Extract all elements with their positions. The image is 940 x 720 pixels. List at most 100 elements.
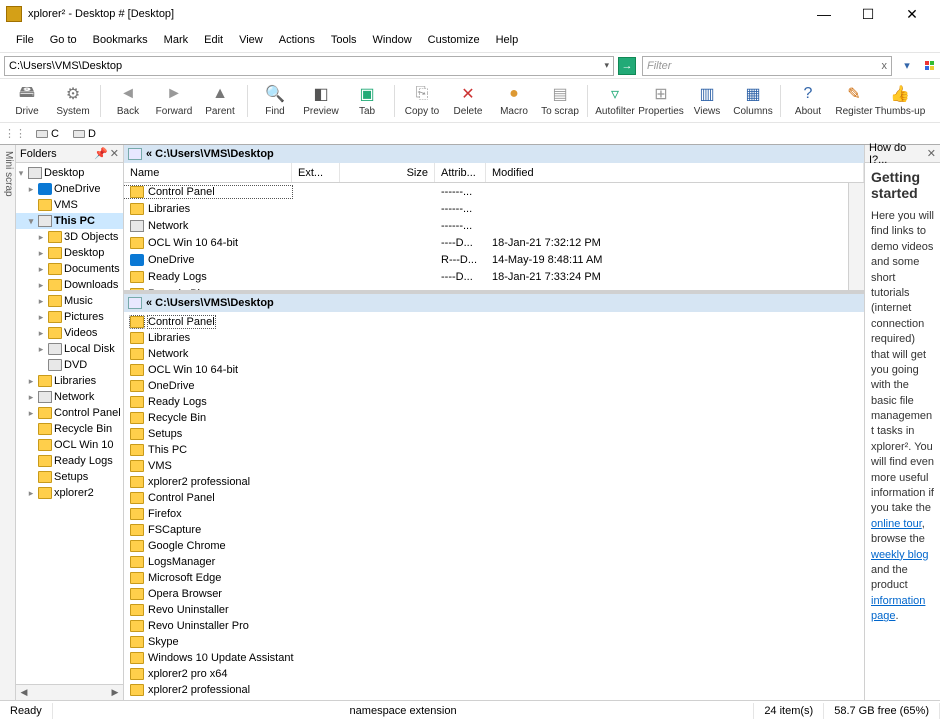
expand-icon[interactable]: ▸ xyxy=(26,392,36,403)
icon-item[interactable]: OneDrive xyxy=(130,378,300,394)
file-row[interactable]: Libraries------... xyxy=(124,200,848,217)
close-pane-icon[interactable]: ✕ xyxy=(927,147,936,160)
back-button[interactable]: ◄Back xyxy=(105,81,151,121)
tree-item[interactable]: ▸Network xyxy=(16,389,123,405)
menu-help[interactable]: Help xyxy=(488,30,527,50)
tree-item[interactable]: ▸Pictures xyxy=(16,309,123,325)
scroll-left-icon[interactable]: ◀ xyxy=(16,685,32,701)
icon-item[interactable]: OCL Win 10 64-bit xyxy=(130,362,300,378)
file-row[interactable]: Ready Logs----D...18-Jan-21 7:33:24 PM xyxy=(124,268,848,285)
tree-item[interactable]: ▸3D Objects xyxy=(16,229,123,245)
menu-edit[interactable]: Edit xyxy=(196,30,231,50)
expand-icon[interactable]: ▸ xyxy=(26,184,36,195)
icon-item[interactable]: Microsoft Edge xyxy=(130,570,300,586)
tree-item[interactable]: ▾Desktop xyxy=(16,165,123,181)
forward-button[interactable]: ►Forward xyxy=(151,81,197,121)
menu-customize[interactable]: Customize xyxy=(420,30,488,50)
expand-icon[interactable]: ▸ xyxy=(26,408,36,419)
icon-item[interactable]: Revo Uninstaller Pro xyxy=(130,618,300,634)
column-name[interactable]: Name xyxy=(124,163,292,182)
icon-item[interactable]: LogsManager xyxy=(130,554,300,570)
tree-item[interactable]: Ready Logs xyxy=(16,453,123,469)
top-path-bar[interactable]: « C:\Users\VMS\Desktop xyxy=(124,145,864,163)
filter-funnel-icon[interactable]: ▾ xyxy=(898,57,916,75)
icon-item[interactable]: Windows 10 Update Assistant xyxy=(130,650,300,666)
pin-icon[interactable]: 📌 xyxy=(94,147,108,160)
icon-item[interactable]: Network xyxy=(130,346,300,362)
expand-icon[interactable]: ▸ xyxy=(36,264,46,275)
close-button[interactable]: ✕ xyxy=(890,0,934,28)
find-button[interactable]: 🔍Find xyxy=(252,81,298,121)
online-tour-link[interactable]: online tour xyxy=(871,518,922,530)
menu-go-to[interactable]: Go to xyxy=(42,30,85,50)
file-list[interactable]: Control Panel------...Libraries------...… xyxy=(124,183,848,290)
tree-item[interactable]: ▸xplorer2 xyxy=(16,485,123,501)
bottom-icon-list[interactable]: Control PanelLibrariesNetworkOCL Win 10 … xyxy=(124,312,864,700)
tab-button[interactable]: ▣Tab xyxy=(344,81,390,121)
tree-item[interactable]: ▾This PC xyxy=(16,213,123,229)
tree-item[interactable]: Setups xyxy=(16,469,123,485)
tree-item[interactable]: ▸Desktop xyxy=(16,245,123,261)
file-row[interactable]: OCL Win 10 64-bit----D...18-Jan-21 7:32:… xyxy=(124,234,848,251)
column-modified[interactable]: Modified xyxy=(486,163,864,182)
icon-item[interactable]: xplorer2 professional xyxy=(130,474,300,490)
drive-button[interactable]: 🖴Drive xyxy=(4,81,50,121)
menu-actions[interactable]: Actions xyxy=(271,30,323,50)
icon-item[interactable]: Revo Uninstaller xyxy=(130,602,300,618)
tree-item[interactable]: Recycle Bin xyxy=(16,421,123,437)
expand-icon[interactable]: ▸ xyxy=(36,296,46,307)
system-button[interactable]: ⚙System xyxy=(50,81,96,121)
menu-window[interactable]: Window xyxy=(365,30,420,50)
filter-input[interactable]: Filter x xyxy=(642,56,892,76)
thumbs-up-button[interactable]: 👍Thumbs-up xyxy=(877,81,923,121)
file-row[interactable]: Control Panel------... xyxy=(124,183,848,200)
menu-view[interactable]: View xyxy=(231,30,271,50)
tree-item[interactable]: DVD xyxy=(16,357,123,373)
drivebar-grip-icon[interactable]: ⋮⋮ xyxy=(4,127,26,140)
expand-icon[interactable]: ▸ xyxy=(36,328,46,339)
copy-to-button[interactable]: ⎘Copy to xyxy=(399,81,445,121)
drive-c[interactable]: C xyxy=(32,127,63,141)
expand-icon[interactable]: ▾ xyxy=(16,168,26,179)
tree-item[interactable]: ▸Videos xyxy=(16,325,123,341)
expand-icon[interactable]: ▸ xyxy=(36,232,46,243)
scroll-right-icon[interactable]: ▶ xyxy=(107,685,123,701)
icon-item[interactable]: Ready Logs xyxy=(130,394,300,410)
list-header[interactable]: NameExt...SizeAttrib...Modified xyxy=(124,163,864,183)
icon-item[interactable]: Control Panel xyxy=(130,490,300,506)
expand-icon[interactable]: ▸ xyxy=(26,376,36,387)
properties-button[interactable]: ⊞Properties xyxy=(638,81,684,121)
expand-icon[interactable]: ▸ xyxy=(36,344,46,355)
go-button[interactable]: → xyxy=(618,57,636,75)
expand-icon[interactable]: ▸ xyxy=(36,280,46,291)
columns-button[interactable]: ▦Columns xyxy=(730,81,776,121)
delete-button[interactable]: ✕Delete xyxy=(445,81,491,121)
register-button[interactable]: ✎Register xyxy=(831,81,877,121)
tree-hscrollbar[interactable]: ◀ ▶ xyxy=(16,684,123,700)
icon-item[interactable]: Skype xyxy=(130,634,300,650)
view-tiles-icon[interactable] xyxy=(920,57,938,75)
tree-item[interactable]: ▸Music xyxy=(16,293,123,309)
icon-item[interactable]: VMS xyxy=(130,458,300,474)
tree-item[interactable]: ▸Local Disk xyxy=(16,341,123,357)
bottom-path-bar[interactable]: « C:\Users\VMS\Desktop xyxy=(124,294,864,312)
views-button[interactable]: ▥Views xyxy=(684,81,730,121)
icon-item[interactable]: Opera Browser xyxy=(130,586,300,602)
column-ext[interactable]: Ext... xyxy=(292,163,340,182)
macro-button[interactable]: ●Macro xyxy=(491,81,537,121)
expand-icon[interactable]: ▸ xyxy=(26,488,36,499)
address-input[interactable]: C:\Users\VMS\Desktop ▾ xyxy=(4,56,614,76)
icon-item[interactable]: Google Chrome xyxy=(130,538,300,554)
icon-item[interactable]: Control Panel xyxy=(130,314,300,330)
autofilter-button[interactable]: ▿Autofilter xyxy=(592,81,638,121)
icon-item[interactable]: Recycle Bin xyxy=(130,410,300,426)
mini-scrap-tab[interactable]: Mini scrap xyxy=(0,145,16,700)
about-button[interactable]: ?About xyxy=(785,81,831,121)
menu-bookmarks[interactable]: Bookmarks xyxy=(85,30,156,50)
expand-icon[interactable]: ▸ xyxy=(36,248,46,259)
clear-filter-icon[interactable]: x xyxy=(882,60,888,72)
preview-button[interactable]: ◧Preview xyxy=(298,81,344,121)
parent-button[interactable]: ▲Parent xyxy=(197,81,243,121)
expand-icon[interactable]: ▸ xyxy=(36,312,46,323)
weekly-blog-link[interactable]: weekly blog xyxy=(871,549,928,561)
